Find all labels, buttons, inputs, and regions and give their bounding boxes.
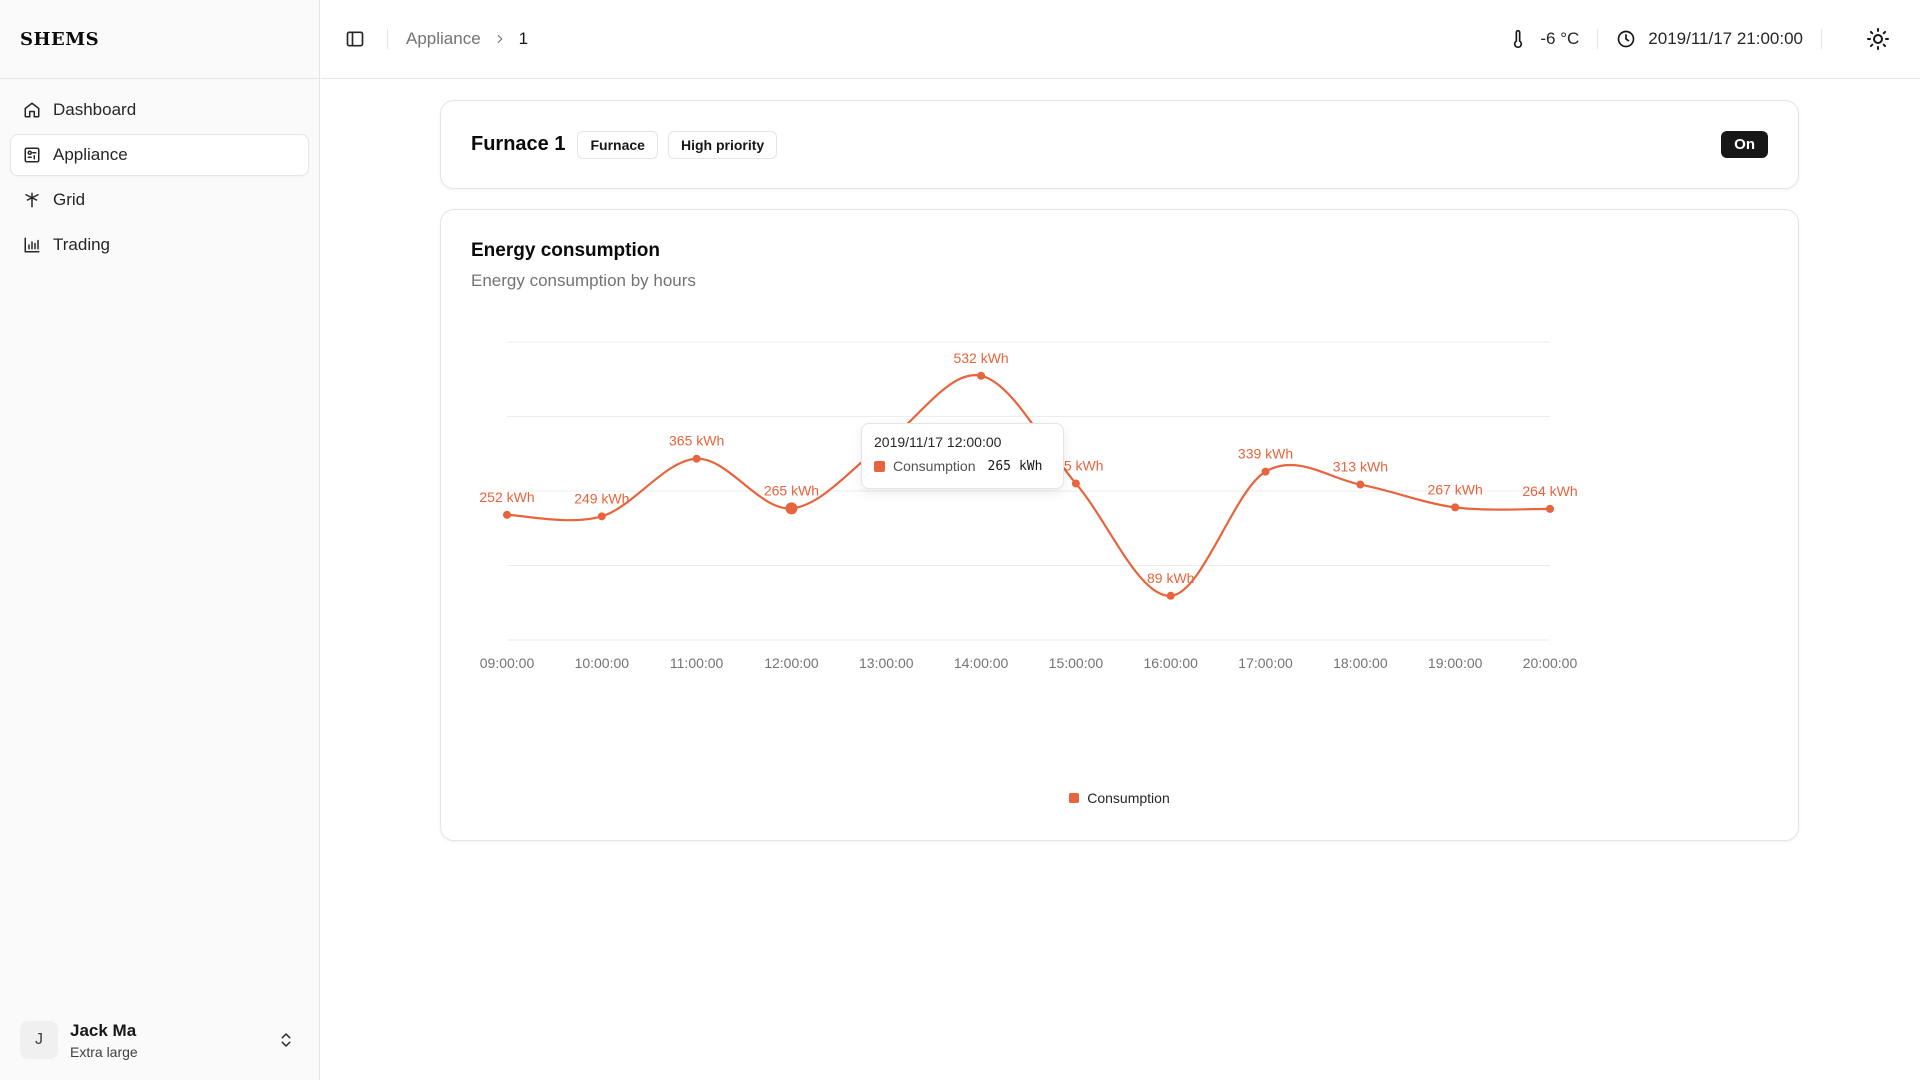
sidebar: SHEMS Dashboard Appliance Grid Trading J… [0, 0, 320, 1080]
chevrons-up-down-icon [281, 1033, 291, 1047]
grid-tower-icon [25, 192, 39, 208]
data-point [1356, 480, 1365, 489]
tooltip-value: 265 [987, 458, 1011, 474]
data-label: 532 kWh [953, 350, 1008, 366]
tooltip-time: 2019/11/17 12:00:00 [874, 434, 1002, 450]
data-point [1451, 503, 1460, 512]
chart-legend[interactable]: Consumption [441, 790, 1798, 806]
chevron-right-icon [497, 34, 503, 44]
x-tick-label: 18:00:00 [1333, 655, 1388, 671]
data-point [692, 454, 701, 463]
home-icon [24, 102, 40, 118]
sidebar-item-trading[interactable]: Trading [10, 224, 309, 266]
data-label: 267 kWh [1428, 481, 1483, 497]
breadcrumb-appliance-link[interactable]: Appliance [406, 29, 481, 49]
data-label: 249 kWh [574, 490, 629, 506]
app-logo[interactable]: SHEMS [0, 0, 319, 79]
sun-icon[interactable] [1866, 27, 1890, 51]
legend-swatch [1069, 793, 1080, 803]
divider [1597, 29, 1599, 49]
x-tick-label: 19:00:00 [1428, 655, 1483, 671]
thermometer-icon [1514, 29, 1523, 49]
chart-bars-icon [24, 237, 40, 253]
clock-icon [1617, 30, 1635, 48]
data-point [977, 371, 986, 380]
data-point [1071, 479, 1080, 488]
data-label: 365 kWh [669, 433, 724, 449]
user-name: Jack Ma [70, 1020, 137, 1040]
user-menu[interactable]: J Jack Ma Extra large [10, 1012, 309, 1068]
x-tick-label: 20:00:00 [1523, 655, 1578, 671]
panel-left-icon [346, 31, 364, 47]
x-tick-label: 13:00:00 [859, 655, 914, 671]
appliance-name: Furnace 1 [471, 133, 566, 155]
sidebar-toggle-button[interactable] [341, 25, 369, 53]
data-point [785, 502, 798, 515]
sidebar-nav: Dashboard Appliance Grid Trading [0, 79, 319, 279]
data-label: 264 kWh [1522, 483, 1577, 499]
x-tick-label: 12:00:00 [764, 655, 819, 671]
consumption-line-chart[interactable]: 252 kWh 249 kWh365 kWh265 kWh532 kWh315 k… [441, 210, 1800, 842]
tooltip-series: Consumption [893, 458, 976, 474]
x-tick-label: 16:00:00 [1143, 655, 1198, 671]
legend-label: Consumption [1087, 790, 1170, 806]
status-badge[interactable]: On [1721, 131, 1768, 158]
temperature-indicator: -6 °C [1508, 29, 1579, 49]
data-label: 313 kWh [1333, 459, 1388, 475]
data-point [1166, 591, 1175, 600]
x-tick-label: 15:00:00 [1049, 655, 1104, 671]
appliance-icon [24, 147, 40, 163]
divider [387, 29, 388, 49]
datetime-value: 2019/11/17 21:00:00 [1648, 29, 1803, 48]
data-label: 252 kWh [479, 489, 534, 505]
data-point [1261, 467, 1270, 476]
clock-indicator: 2019/11/17 21:00:00 [1616, 29, 1803, 49]
chart-tooltip: 2019/11/17 12:00:00 Consumption 265 kWh [861, 423, 1064, 489]
data-point [1546, 504, 1554, 513]
sidebar-item-dashboard[interactable]: Dashboard [10, 89, 309, 131]
avatar: J [20, 1021, 58, 1059]
sidebar-item-grid[interactable]: Grid [10, 179, 309, 221]
user-plan: Extra large [70, 1043, 138, 1060]
topbar: Appliance 1 -6 °C 2019/11/17 21:00:00 [321, 0, 1920, 79]
priority-badge: High priority [667, 130, 778, 159]
temperature-value: -6 °C [1540, 29, 1580, 48]
sidebar-item-label: Dashboard [53, 100, 137, 119]
divider [1821, 29, 1822, 49]
sidebar-item-label: Appliance [53, 145, 128, 164]
x-tick-label: 14:00:00 [954, 655, 1009, 671]
type-badge: Furnace [577, 130, 658, 159]
energy-chart-card: Energy consumption Energy consumption by… [440, 209, 1799, 841]
sidebar-item-label: Grid [53, 190, 86, 209]
sidebar-item-label: Trading [53, 235, 111, 254]
x-tick-label: 09:00:00 [480, 655, 535, 671]
tooltip-unit: kWh [1018, 458, 1043, 474]
appliance-header-card: Furnace 1 Furnace High priority On [440, 100, 1799, 189]
breadcrumb: Appliance 1 [406, 29, 528, 49]
data-label: 89 kWh [1147, 570, 1194, 586]
x-tick-label: 11:00:00 [670, 655, 724, 671]
data-label: 339 kWh [1238, 446, 1293, 462]
x-tick-label: 17:00:00 [1238, 655, 1293, 671]
data-label: 265 kWh [764, 482, 819, 498]
tooltip-swatch [874, 460, 885, 472]
x-tick-label: 10:00:00 [575, 655, 630, 671]
data-point [503, 510, 511, 519]
data-point [597, 512, 606, 521]
sidebar-item-appliance[interactable]: Appliance [10, 134, 309, 176]
breadcrumb-current: 1 [518, 29, 529, 48]
